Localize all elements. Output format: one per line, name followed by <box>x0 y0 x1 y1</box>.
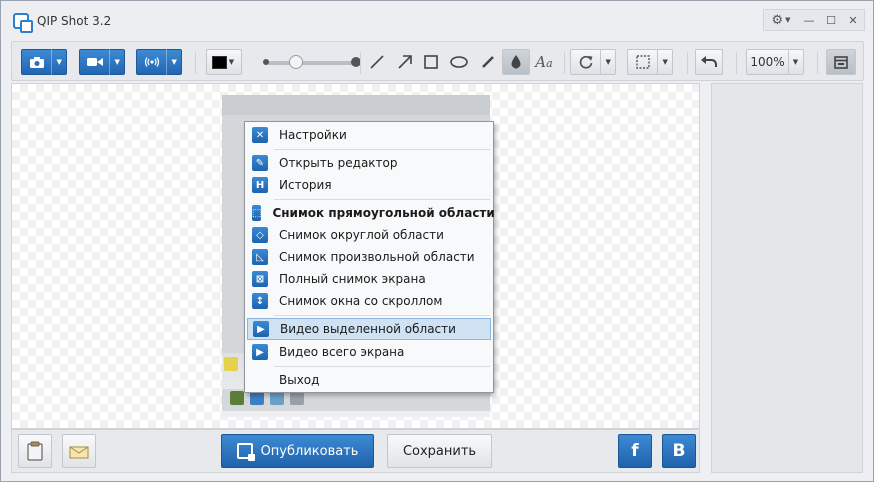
menu-item-fullscreen-capture[interactable]: ⊠ Полный снимок экрана <box>247 268 491 290</box>
broadcast-icon <box>137 57 166 67</box>
rect-capture-icon: ⬚ <box>252 205 262 221</box>
zoom-select[interactable]: 100% ▼ <box>746 49 804 75</box>
text-tool[interactable]: Aa <box>531 49 557 75</box>
blur-drop-icon <box>511 54 521 68</box>
menu-item-settings[interactable]: ✕ Настройки <box>247 124 491 146</box>
publish-button[interactable]: Опубликовать <box>221 434 374 468</box>
text-icon: Aa <box>535 53 553 71</box>
broadcast-button[interactable]: ▼ <box>136 49 182 75</box>
rotate-icon <box>571 55 600 69</box>
vk-share-button[interactable]: B <box>662 434 696 468</box>
maximize-icon[interactable]: ☐ <box>820 10 842 30</box>
arrow-tool[interactable] <box>392 49 418 75</box>
window-title: QIP Shot 3.2 <box>37 14 112 28</box>
clipboard-icon <box>27 441 43 461</box>
context-menu: ✕ Настройки ✎ Открыть редактор H История… <box>244 121 495 393</box>
line-tool[interactable] <box>364 49 390 75</box>
menu-item-video-screen[interactable]: ▶ Видео всего экрана <box>247 341 491 363</box>
copy-clipboard-button[interactable] <box>18 434 52 468</box>
video-icon <box>80 57 109 67</box>
publish-icon <box>236 443 255 461</box>
chevron-down-icon[interactable]: ▼ <box>167 58 181 66</box>
calendar-icon <box>834 56 848 69</box>
menu-item-exit[interactable]: Выход <box>247 369 491 391</box>
pencil-tool[interactable] <box>475 49 501 75</box>
close-icon[interactable]: ✕ <box>842 10 864 30</box>
settings-tools-icon: ✕ <box>252 127 268 143</box>
save-button[interactable]: Сохранить <box>387 434 492 468</box>
envelope-icon <box>69 446 89 459</box>
app-window: QIP Shot 3.2 ⚙ ▼ — ☐ ✕ ▼ ▼ ▼ ▼ Aa ▼ ▼ 10… <box>0 0 874 482</box>
menu-item-open-editor[interactable]: ✎ Открыть редактор <box>247 152 491 174</box>
screenshot-button[interactable]: ▼ <box>21 49 67 75</box>
ellipse-tool[interactable] <box>445 49 473 75</box>
menu-item-scroll-capture[interactable]: ↕ Снимок окна со скроллом <box>247 290 491 312</box>
video-screen-icon: ▶ <box>252 344 268 360</box>
pencil-icon <box>482 56 494 68</box>
chevron-down-icon[interactable]: ▼ <box>789 58 803 66</box>
menu-item-freeform-capture[interactable]: ◺ Снимок произвольной области <box>247 246 491 268</box>
zoom-value: 100% <box>750 55 785 69</box>
settings-gear-icon[interactable]: ⚙ ▼ <box>764 10 798 30</box>
rectangle-icon <box>424 55 438 69</box>
editor-pencil-icon: ✎ <box>252 155 268 171</box>
video-area-icon: ▶ <box>253 321 269 337</box>
crop-select-icon <box>628 55 657 69</box>
minimize-icon[interactable]: — <box>798 10 820 30</box>
chevron-down-icon[interactable]: ▼ <box>52 58 66 66</box>
vk-icon: B <box>672 441 686 461</box>
fullscreen-capture-icon: ⊠ <box>252 271 268 287</box>
menu-item-round-capture[interactable]: ◇ Снимок округлой области <box>247 224 491 246</box>
color-picker[interactable]: ▼ <box>206 49 242 75</box>
title-bar: QIP Shot 3.2 ⚙ ▼ — ☐ ✕ <box>1 1 873 39</box>
slider-knob[interactable] <box>289 55 303 69</box>
history-side-panel <box>711 83 863 473</box>
chevron-down-icon[interactable]: ▼ <box>658 58 672 66</box>
scroll-capture-icon: ↕ <box>252 293 268 309</box>
menu-item-rect-capture[interactable]: ⬚ Снимок прямоугольной области <box>247 202 495 224</box>
window-controls: ⚙ ▼ — ☐ ✕ <box>763 9 865 31</box>
color-swatch <box>211 55 227 69</box>
video-button[interactable]: ▼ <box>79 49 125 75</box>
round-capture-icon: ◇ <box>252 227 268 243</box>
panel-toggle-button[interactable] <box>826 49 856 75</box>
line-icon <box>370 55 384 69</box>
undo-button[interactable] <box>695 49 723 75</box>
rectangle-tool[interactable] <box>418 49 444 75</box>
facebook-icon: f <box>631 441 639 461</box>
blur-tool[interactable] <box>502 49 530 75</box>
bottom-bar: Опубликовать Сохранить f B <box>11 429 700 473</box>
camera-icon <box>22 56 51 68</box>
menu-item-history[interactable]: H История <box>247 174 491 196</box>
history-icon: H <box>252 177 268 193</box>
editor-canvas[interactable]: ✕ Настройки ✎ Открыть редактор H История… <box>11 83 700 429</box>
rotate-button[interactable]: ▼ <box>570 49 616 75</box>
facebook-share-button[interactable]: f <box>618 434 652 468</box>
chevron-down-icon[interactable]: ▼ <box>601 58 615 66</box>
toolbar: ▼ ▼ ▼ ▼ Aa ▼ ▼ 100% ▼ <box>11 41 864 81</box>
chevron-down-icon: ▼ <box>228 58 235 66</box>
undo-icon <box>701 56 717 67</box>
select-button[interactable]: ▼ <box>627 49 673 75</box>
freeform-capture-icon: ◺ <box>252 249 268 265</box>
thickness-slider[interactable] <box>263 55 361 69</box>
app-logo-icon <box>13 13 33 33</box>
chevron-down-icon[interactable]: ▼ <box>110 58 124 66</box>
menu-item-video-area[interactable]: ▶ Видео выделенной области <box>247 318 491 340</box>
ellipse-icon <box>450 56 468 68</box>
arrow-icon <box>398 55 412 69</box>
send-email-button[interactable] <box>62 434 96 468</box>
